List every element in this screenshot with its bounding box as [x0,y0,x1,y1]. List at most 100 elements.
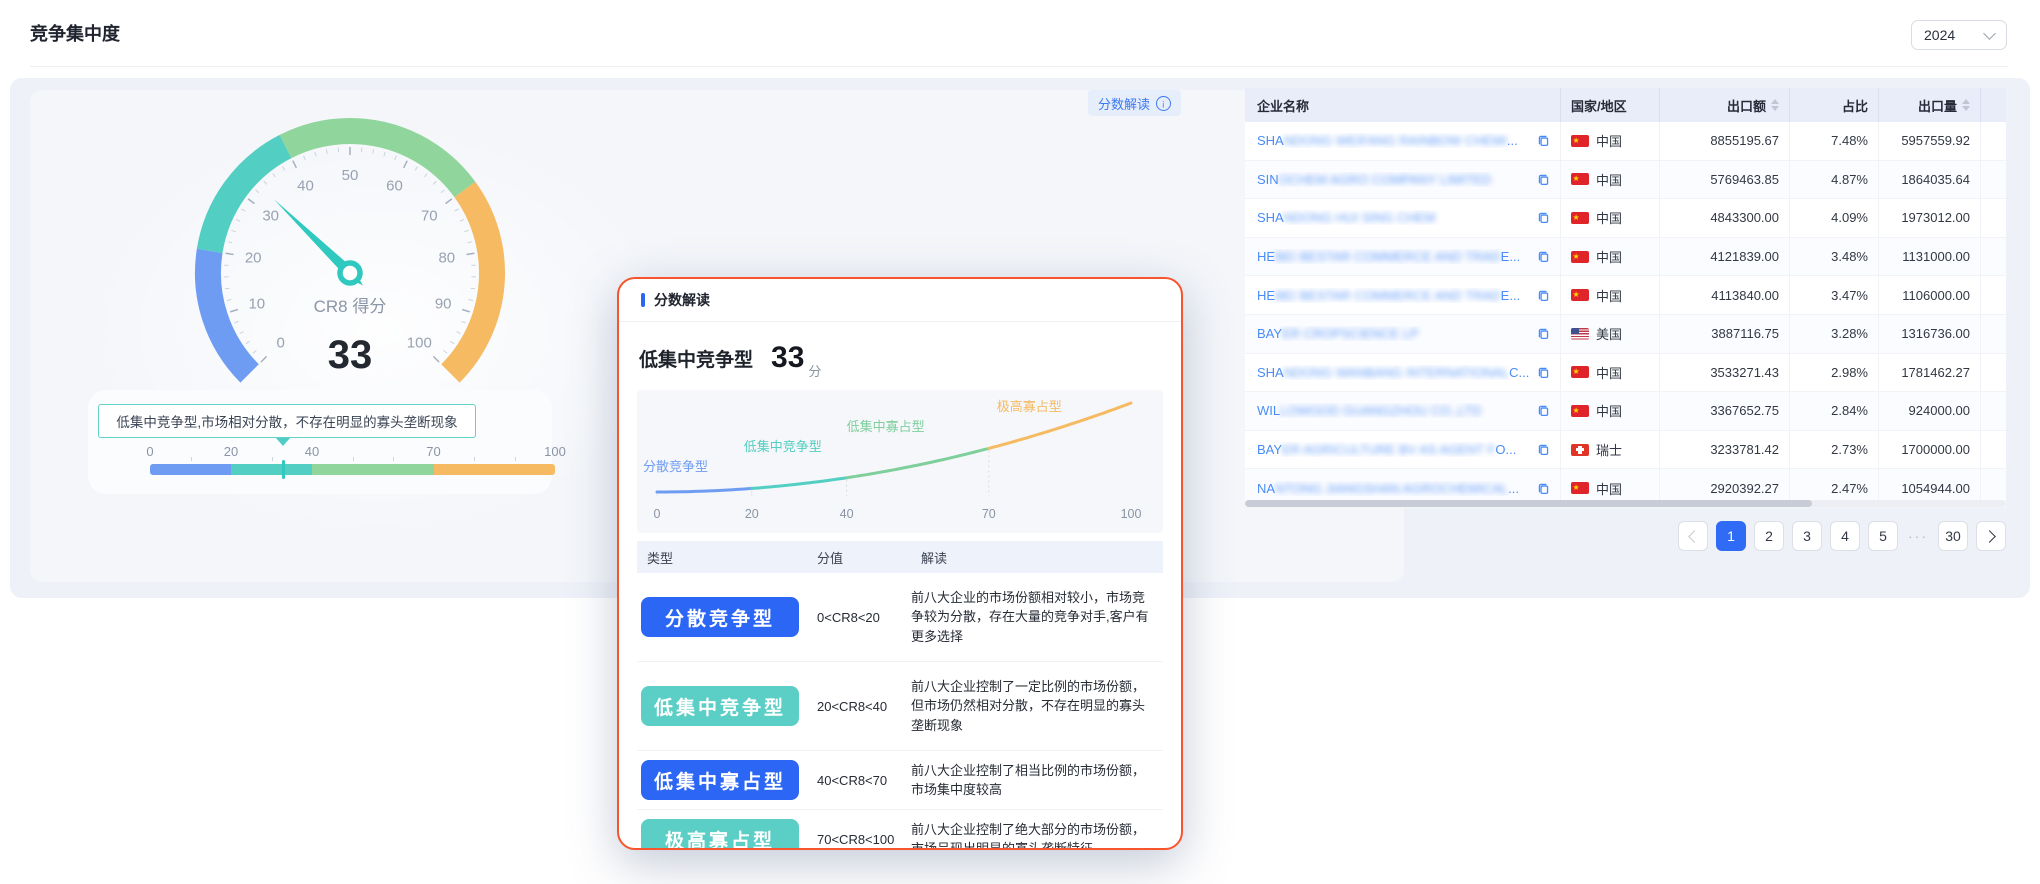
pagination-ellipsis[interactable]: ··· [1908,528,1928,544]
next-page-button[interactable] [1976,521,2006,551]
company-name-link[interactable]: HEBEI BESTAR COMMERCE AND TRADE... [1245,238,1561,276]
type-range: 40<CR8<70 [807,773,911,788]
export-value-cell: 4121839.00 [1660,238,1790,276]
gauge-tick [253,350,257,353]
flag-cn-icon: ★ [1571,405,1589,417]
gauge-tick [230,310,238,312]
sort-icon[interactable] [1962,99,1970,111]
gauge-tick [384,152,385,156]
sort-icon[interactable] [1771,99,1779,111]
gauge-tick-label: 20 [245,250,262,267]
type-table-row: 低集中竞争型20<CR8<40前八大企业控制了一定比例的市场份额，但市场仍然相对… [637,662,1163,751]
country-cell: 瑞士 [1561,431,1660,469]
country-cell: ★中国 [1561,238,1660,276]
gauge-tick [451,341,455,344]
gauge-tick [248,199,254,204]
col-header-export-value-sort[interactable]: 出口额 [1660,88,1790,122]
page-button-4[interactable]: 4 [1830,521,1860,551]
curve-segment [657,488,752,492]
export-qty-cell: 1316736.00 [1879,315,1981,353]
curve-segment-label: 低集中竞争型 [744,439,822,454]
copy-icon[interactable] [1537,327,1550,340]
company-table-header: 企业名称 国家/地区 出口额 占比 出口量 [1245,88,2006,122]
share-cell: 3.48% [1790,238,1879,276]
gauge-arc-segment [450,190,492,374]
horizontal-scrollbar[interactable] [1245,500,2006,507]
flag-cn-icon: ★ [1571,251,1589,263]
col-header-name: 企业名称 [1245,88,1561,122]
country-cell: ★中国 [1561,161,1660,199]
gauge-tick [469,300,473,301]
copy-icon[interactable] [1537,250,1550,263]
gauge-tick [315,152,316,156]
gauge-tick [231,230,235,232]
prev-page-button[interactable] [1678,521,1708,551]
company-name-link[interactable]: SINOCHEM AGRO COMPANY LIMITED [1245,161,1561,199]
flag-cn-icon: ★ [1571,289,1589,301]
company-name-link[interactable]: WILLOWOOD GUANGZHOU CO.,LTD [1245,392,1561,430]
company-name-link[interactable]: SHANDONG WANBANG INTERNATIONALC... [1245,354,1561,392]
type-table: 类型 分值 解读 分散竞争型0<CR8<20前八大企业的市场份额相对较小，市场竞… [637,541,1163,850]
result-score: 33 [771,343,804,373]
copy-icon[interactable] [1537,134,1550,147]
gauge-tick-label: 60 [386,178,403,195]
export-qty-cell: 924000.00 [1879,392,1981,430]
gauge-title: CR8 得分 [314,297,387,316]
page-button-2[interactable]: 2 [1754,521,1784,551]
curve-axis-label: 20 [745,507,759,521]
copy-icon[interactable] [1537,443,1550,456]
result-row: 低集中竞争型 33 分 [619,322,1181,388]
col-header-country: 国家/地区 [1561,88,1660,122]
country-cell: 美国 [1561,315,1660,353]
desc-col-header: 解读 [911,548,1163,567]
gauge-tick [261,356,267,362]
page-button-30[interactable]: 30 [1938,521,1968,551]
copy-icon[interactable] [1537,211,1550,224]
gauge-tick [404,161,408,168]
chevron-left-icon [1688,530,1701,543]
company-name-link[interactable]: SHANDONG HUI SING CHEM [1245,199,1561,237]
company-name-link[interactable]: BAYER AGRICULTURE BV AS AGENT FO... [1245,431,1561,469]
range-col-header: 分值 [807,548,911,567]
gauge-tick [433,181,436,184]
range-minor-tick [393,457,394,461]
range-minor-tick [272,457,273,461]
company-name-link[interactable]: HEBEI BESTAR COMMERCE AND TRADE... [1245,276,1561,314]
type-range: 70<CR8<100 [807,832,911,847]
flag-cn-icon: ★ [1571,366,1589,378]
export-value-cell: 3533271.43 [1660,354,1790,392]
type-description: 前八大企业的市场份额相对较小，市场竞争较为分散，存在大量的竞争对手,客户有更多选… [911,580,1163,655]
type-col-header: 类型 [637,548,807,567]
type-badge: 分散竞争型 [641,597,799,637]
copy-icon[interactable] [1537,404,1550,417]
col-header-export-qty-sort[interactable]: 出口量 [1879,88,1981,122]
page-button-3[interactable]: 3 [1792,521,1822,551]
company-name-link[interactable]: BAYER CROPSCIENCE LP [1245,315,1561,353]
share-cell: 2.98% [1790,354,1879,392]
gauge-tick [226,253,234,254]
gauge-tick [395,156,397,160]
score-explain-button[interactable]: 分数解读 [1088,90,1181,116]
gauge-tick [433,356,439,362]
company-name-link[interactable]: SHANDONG WEIFANG RAINBOW CHEMI... [1245,122,1561,160]
year-select[interactable]: 2024 [1911,20,2007,50]
range-minor-tick [474,457,475,461]
gauge-tick [225,288,230,289]
table-row: BAYER AGRICULTURE BV AS AGENT FO...瑞士323… [1245,431,2006,470]
page-button-1[interactable]: 1 [1716,521,1746,551]
copy-icon[interactable] [1537,366,1550,379]
page-title: 竞争集中度 [30,20,120,46]
spacer-cell [1981,276,2006,314]
curve-segment [847,448,989,477]
copy-icon[interactable] [1537,289,1550,302]
page-button-5[interactable]: 5 [1868,521,1898,551]
gauge-tick [273,173,276,177]
share-cell: 2.84% [1790,392,1879,430]
range-bar-marker [282,460,285,479]
score-explain-label: 分数解读 [1098,94,1150,113]
gauge-tick [326,149,327,154]
curve-axis-label: 0 [654,507,661,521]
copy-icon[interactable] [1537,173,1550,186]
scrollbar-thumb[interactable] [1245,500,1812,507]
copy-icon[interactable] [1537,482,1550,495]
